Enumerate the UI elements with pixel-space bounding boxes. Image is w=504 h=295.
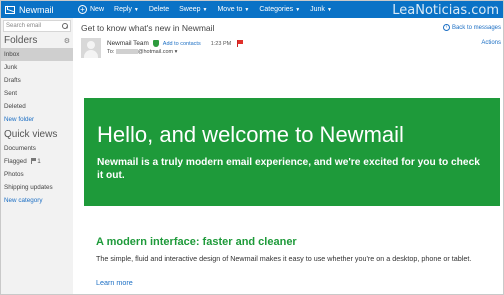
reply-label: Reply <box>114 6 132 13</box>
message-pane: Get to know what's new in Newmail ‹ Back… <box>73 18 503 294</box>
sidebar-item-shipping-updates[interactable]: Shipping updates <box>1 181 73 194</box>
new-button[interactable]: + New <box>73 5 109 14</box>
flag-icon <box>30 158 36 164</box>
watermark: LeaNoticias.com <box>392 3 499 18</box>
flagged-label: Flagged <box>4 158 27 165</box>
section-text: The simple, fluid and interactive design… <box>96 254 472 263</box>
sweep-label: Sweep <box>179 6 201 13</box>
flagged-count: 1 <box>37 158 41 165</box>
command-list: + New Reply ▼ Delete Sweep ▼ Move to ▼ C… <box>73 1 337 18</box>
redacted-address <box>115 49 138 55</box>
chevron-down-icon: ▼ <box>202 6 208 13</box>
junk-button[interactable]: Junk ▼ <box>305 6 337 13</box>
new-category-link[interactable]: New category <box>1 194 73 207</box>
reply-button[interactable]: Reply ▼ <box>109 6 144 13</box>
new-folder-link[interactable]: New folder <box>1 113 73 126</box>
chevron-down-icon: ▼ <box>133 6 139 13</box>
sender-line: Newmail Team Add to contacts 1:23 PM <box>107 40 244 47</box>
app-brand[interactable]: Newmail <box>1 1 73 18</box>
sidebar-item-photos[interactable]: Photos <box>1 168 73 181</box>
app-window: Newmail + New Reply ▼ Delete Sweep ▼ Mov… <box>0 0 504 295</box>
back-to-messages-link[interactable]: ‹ Back to messages <box>442 24 501 31</box>
mail-envelope-icon <box>5 5 15 14</box>
categories-label: Categories <box>259 6 294 13</box>
sidebar-item-drafts[interactable]: Drafts <box>1 74 73 87</box>
quick-views-heading-label: Quick views <box>4 129 58 140</box>
sidebar-item-label: Drafts <box>4 77 21 84</box>
search-icon[interactable] <box>62 23 68 29</box>
sidebar-item-sent[interactable]: Sent <box>1 87 73 100</box>
sidebar-item-flagged[interactable]: Flagged 1 <box>1 155 73 168</box>
section-heading: A modern interface: faster and cleaner <box>96 236 297 248</box>
banner-text: Newmail is a truly modern email experien… <box>97 157 480 181</box>
banner-title: Hello, and welcome to Newmail <box>97 122 404 147</box>
sidebar-item-label: Deleted <box>4 103 26 110</box>
recipient-line: To: @hotmail.com ▾ <box>107 49 177 55</box>
back-label: Back to messages <box>451 24 501 31</box>
learn-more-link[interactable]: Learn more <box>96 278 133 287</box>
sidebar-item-deleted[interactable]: Deleted <box>1 100 73 113</box>
welcome-banner: Hello, and welcome to Newmail Newmail is… <box>84 98 500 206</box>
chevron-down-icon[interactable]: ▾ <box>175 49 178 55</box>
message-subject: Get to know what's new in Newmail <box>81 23 215 33</box>
sidebar-item-label: Junk <box>4 64 18 71</box>
new-label: New <box>90 6 105 13</box>
sender-avatar <box>81 38 101 58</box>
app-name: Newmail <box>19 4 54 15</box>
flag-icon[interactable] <box>237 40 244 47</box>
sidebar-item-documents[interactable]: Documents <box>1 142 73 155</box>
move-to-label: Move to <box>217 6 243 13</box>
new-category-label: New category <box>4 197 43 204</box>
folders-heading-label: Folders <box>4 35 38 46</box>
chevron-down-icon: ▼ <box>244 6 250 13</box>
to-address: @hotmail.com <box>137 49 174 55</box>
delete-button[interactable]: Delete <box>144 6 174 13</box>
message-time: 1:23 PM <box>210 40 232 47</box>
delete-label: Delete <box>148 6 170 13</box>
search-input[interactable]: Search email <box>3 20 71 32</box>
sidebar-item-label: Sent <box>4 90 17 97</box>
actions-link[interactable]: Actions <box>481 40 501 46</box>
sidebar-item-inbox[interactable]: Inbox <box>1 48 73 61</box>
categories-button[interactable]: Categories ▼ <box>254 6 305 13</box>
plus-circle-icon: + <box>78 5 87 14</box>
top-command-bar: Newmail + New Reply ▼ Delete Sweep ▼ Mov… <box>1 1 503 18</box>
sidebar: Search email Folders ⚙ Inbox Junk Drafts… <box>1 18 73 294</box>
sidebar-item-label: Shipping updates <box>4 184 53 191</box>
folders-heading: Folders ⚙ <box>1 32 73 48</box>
new-folder-label: New folder <box>4 116 35 123</box>
chevron-down-icon: ▼ <box>295 6 301 13</box>
sidebar-item-label: Documents <box>4 145 36 152</box>
sender-name[interactable]: Newmail Team <box>107 40 149 47</box>
junk-label: Junk <box>310 6 325 13</box>
quick-views-heading: Quick views <box>1 126 73 142</box>
sidebar-item-label: Flagged 1 <box>4 158 41 165</box>
to-label: To: <box>107 49 115 55</box>
sweep-button[interactable]: Sweep ▼ <box>174 6 212 13</box>
add-to-contacts-link[interactable]: Add to contacts <box>163 41 201 47</box>
back-arrow-icon: ‹ <box>442 24 450 31</box>
trusted-sender-shield-icon <box>152 40 159 47</box>
search-placeholder: Search email <box>6 23 42 29</box>
sidebar-item-label: Inbox <box>4 51 20 58</box>
sidebar-item-junk[interactable]: Junk <box>1 61 73 74</box>
move-to-button[interactable]: Move to ▼ <box>212 6 254 13</box>
chevron-down-icon: ▼ <box>326 6 332 13</box>
sidebar-item-label: Photos <box>4 171 24 178</box>
gear-icon[interactable]: ⚙ <box>64 37 70 45</box>
